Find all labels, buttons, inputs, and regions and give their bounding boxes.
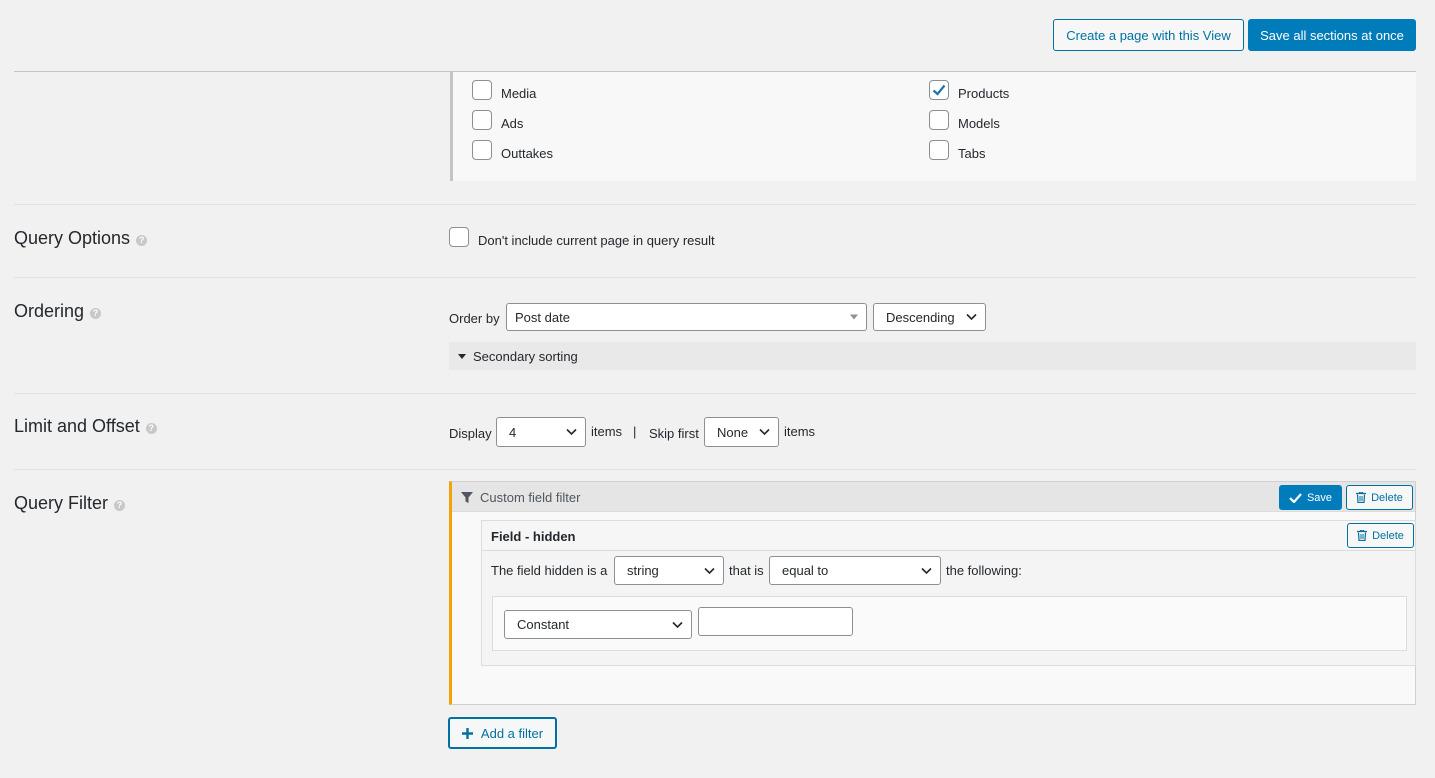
exclude-current-label: Don't include current page in query resu… bbox=[478, 233, 715, 248]
filter-delete-button[interactable]: Delete bbox=[1346, 485, 1413, 510]
field-delete-button[interactable]: Delete bbox=[1347, 523, 1414, 548]
chevron-down-icon bbox=[759, 428, 770, 436]
chevron-down-icon bbox=[672, 621, 683, 628]
checkbox-ads[interactable] bbox=[472, 110, 492, 130]
field-header: Field - hidden Delete bbox=[482, 521, 1415, 551]
limit-offset-title: Limit and Offset bbox=[14, 416, 140, 436]
section-divider bbox=[14, 204, 1416, 205]
checkbox-label-outtakes: Outtakes bbox=[501, 146, 554, 161]
secondary-sorting-toggle[interactable]: Secondary sorting bbox=[449, 342, 1416, 370]
value-row: Constant bbox=[492, 596, 1407, 651]
filter-save-button[interactable]: Save bbox=[1279, 485, 1342, 510]
order-direction-value: Descending bbox=[886, 309, 955, 325]
checkbox-label-ads: Ads bbox=[501, 116, 524, 131]
constant-value-input[interactable] bbox=[698, 607, 853, 636]
trash-icon bbox=[1356, 492, 1367, 503]
checkmark-icon bbox=[932, 84, 946, 96]
checkbox-tabs[interactable] bbox=[929, 140, 949, 160]
add-filter-label: Add a filter bbox=[480, 725, 544, 741]
comparison-select[interactable]: equal to bbox=[769, 556, 941, 585]
display-count-value: 4 bbox=[509, 424, 517, 440]
filter-delete-label: Delete bbox=[1371, 491, 1403, 504]
comparison-value: equal to bbox=[782, 563, 829, 578]
items-label-2: items bbox=[784, 424, 816, 439]
exclude-current-checkbox[interactable] bbox=[449, 227, 469, 247]
order-by-value: Post date bbox=[515, 309, 570, 325]
query-options-heading: Query Options ? bbox=[14, 228, 148, 249]
skip-first-label: Skip first bbox=[649, 426, 699, 441]
help-icon[interactable]: ? bbox=[90, 307, 102, 319]
create-page-button[interactable]: Create a page with this View bbox=[1053, 19, 1244, 51]
ordering-title: Ordering bbox=[14, 301, 85, 321]
checkbox-label-models: Models bbox=[958, 116, 1000, 131]
secondary-sorting-label: Secondary sorting bbox=[473, 348, 578, 364]
checkbox-label-products: Products bbox=[958, 86, 1010, 101]
field-condition-box: Field - hidden Delete The field hidden i… bbox=[481, 520, 1416, 666]
display-label: Display bbox=[449, 426, 492, 441]
following-label: the following: bbox=[946, 563, 1022, 578]
order-by-select[interactable]: Post date bbox=[506, 303, 867, 331]
custom-field-filter-box: Custom field filter Save Delete Field - … bbox=[449, 481, 1416, 705]
ordering-heading: Ordering ? bbox=[14, 301, 102, 322]
help-icon[interactable]: ? bbox=[114, 499, 126, 511]
value-source-select[interactable]: Constant bbox=[504, 610, 692, 639]
plus-icon bbox=[461, 727, 473, 739]
section-divider bbox=[14, 469, 1416, 470]
triangle-down-icon bbox=[850, 314, 858, 320]
value-source-value: Constant bbox=[517, 617, 570, 632]
order-by-label: Order by bbox=[449, 311, 500, 326]
trash-icon bbox=[1357, 530, 1368, 541]
chevron-down-icon bbox=[704, 567, 715, 574]
skip-first-select[interactable]: None bbox=[704, 417, 779, 447]
checkbox-label-tabs: Tabs bbox=[958, 146, 986, 161]
divider: | bbox=[633, 424, 637, 439]
save-all-sections-button[interactable]: Save all sections at once bbox=[1248, 19, 1416, 51]
condition-prefix: The field hidden is a bbox=[491, 563, 608, 578]
section-divider bbox=[14, 393, 1416, 394]
caret-down-icon bbox=[458, 353, 466, 359]
limit-offset-heading: Limit and Offset ? bbox=[14, 416, 157, 437]
field-type-value: string bbox=[627, 563, 659, 578]
help-icon[interactable]: ? bbox=[145, 422, 157, 434]
field-title: Field - hidden bbox=[491, 529, 576, 544]
filter-icon bbox=[461, 492, 473, 503]
items-label: items bbox=[591, 424, 623, 439]
checkbox-outtakes[interactable] bbox=[472, 140, 492, 160]
checkbox-media[interactable] bbox=[472, 80, 492, 100]
filter-save-label: Save bbox=[1306, 491, 1333, 504]
chevron-down-icon bbox=[921, 567, 932, 574]
checkbox-label-media: Media bbox=[501, 86, 537, 101]
display-count-select[interactable]: 4 bbox=[496, 417, 586, 447]
filter-header: Custom field filter Save Delete bbox=[452, 482, 1415, 512]
add-filter-button[interactable]: Add a filter bbox=[448, 717, 557, 749]
order-direction-select[interactable]: Descending bbox=[873, 303, 986, 331]
skip-first-value: None bbox=[717, 424, 749, 440]
chevron-down-icon bbox=[566, 428, 577, 436]
help-icon[interactable]: ? bbox=[136, 234, 148, 246]
query-filter-title: Query Filter bbox=[14, 493, 109, 513]
check-icon bbox=[1289, 492, 1302, 503]
filter-type-label: Custom field filter bbox=[480, 490, 581, 505]
section-divider bbox=[14, 277, 1416, 278]
query-filter-heading: Query Filter ? bbox=[14, 493, 126, 514]
that-is-label: that is bbox=[729, 563, 764, 578]
field-delete-label: Delete bbox=[1372, 529, 1404, 542]
chevron-down-icon bbox=[966, 313, 977, 321]
checkbox-models[interactable] bbox=[929, 110, 949, 130]
query-options-title: Query Options bbox=[14, 228, 131, 248]
field-type-select[interactable]: string bbox=[614, 556, 724, 585]
checkbox-products[interactable] bbox=[929, 80, 949, 100]
